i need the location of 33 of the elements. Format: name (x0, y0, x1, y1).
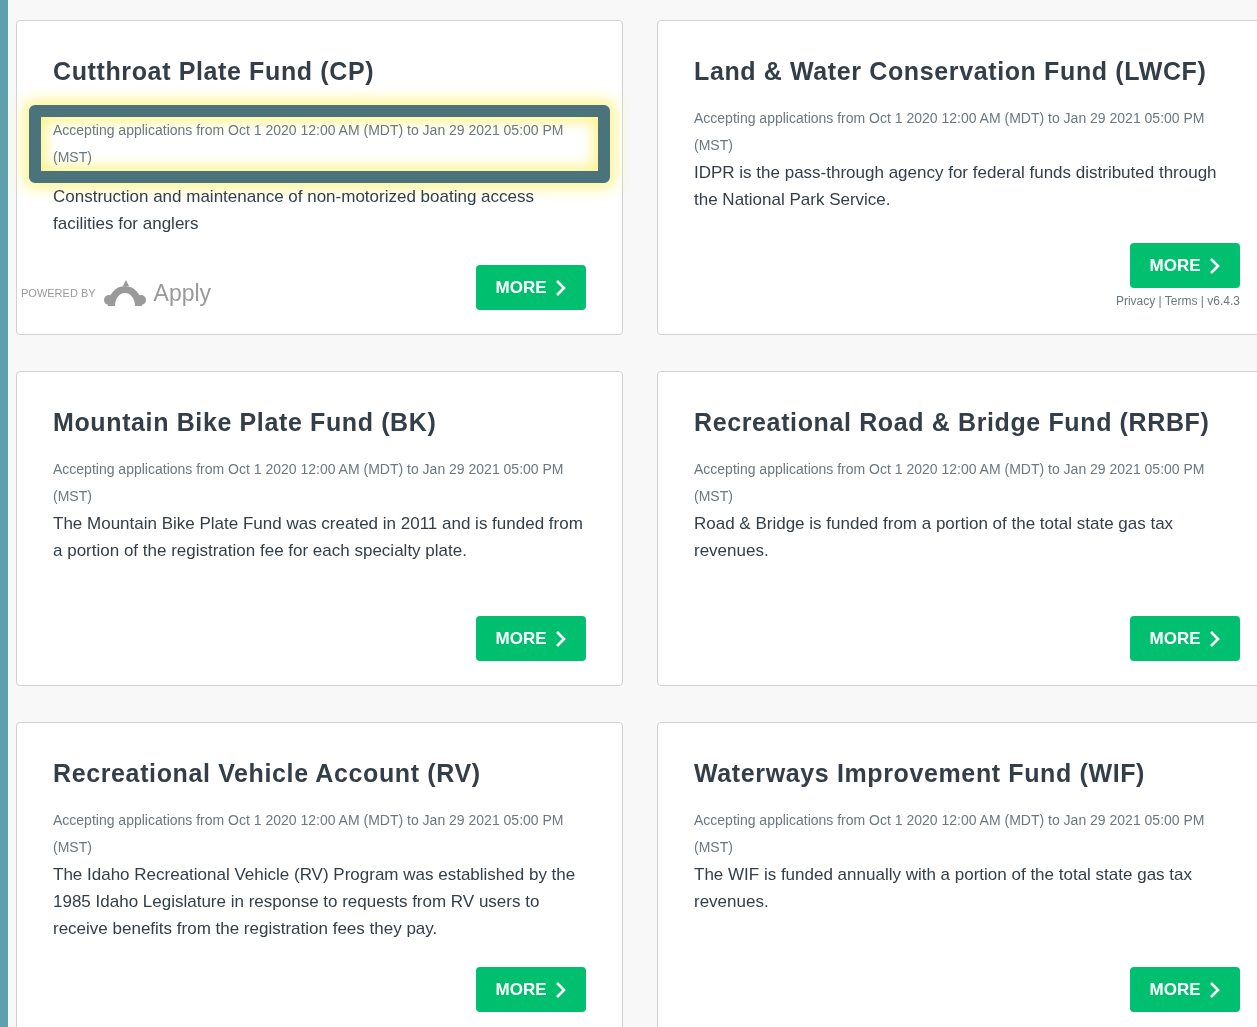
fund-title: Mountain Bike Plate Fund (BK) (53, 407, 438, 438)
application-dates: Accepting applications from Oct 1 2020 12:00 AM (MDT) to Jan 29 2021 05:00 PM (MST) (53, 460, 565, 506)
more-button[interactable]: MORE (1130, 616, 1240, 661)
more-button[interactable]: MORE (1130, 243, 1240, 288)
fund-description: The Mountain Bike Plate Fund was created in 2011 and is funded from a portion of the registration fee for each specialty plate. (53, 513, 584, 562)
footer-links[interactable]: Privacy | Terms | v6.4.3 (1115, 292, 1240, 310)
chevron-right-icon (554, 629, 567, 648)
chevron-right-icon (554, 278, 567, 297)
apply-logo-text: Apply (153, 278, 212, 308)
fund-title: Waterways Improvement Fund (WIF) (694, 758, 1147, 789)
chevron-right-icon (1208, 980, 1221, 999)
fund-title: Recreational Road & Bridge Fund (RRBF) (694, 407, 1211, 438)
fund-description: Road & Bridge is funded from a portion of the total state gas tax revenues. (694, 513, 1175, 562)
application-dates: Accepting applications from Oct 1 2020 12:00 AM (MDT) to Jan 29 2021 05:00 PM (MST) (694, 811, 1206, 857)
application-dates: Accepting applications from Oct 1 2020 12:00 AM (MDT) to Jan 29 2021 05:00 PM (MST) (53, 811, 565, 857)
fund-description: The Idaho Recreational Vehicle (RV) Program was established by the 1985 Idaho Legislature in response to requests from RV users to receive benefits from the registration fees they pay. (53, 864, 577, 940)
chevron-right-icon (1208, 629, 1221, 648)
application-dates: Accepting applications from Oct 1 2020 12:00 AM (MDT) to Jan 29 2021 05:00 PM (MST) (694, 109, 1206, 155)
more-button[interactable]: MORE (476, 616, 586, 661)
application-dates: Accepting applications from Oct 1 2020 12:00 AM (MDT) to Jan 29 2021 05:00 PM (MST) (53, 121, 565, 167)
application-dates: Accepting applications from Oct 1 2020 12:00 AM (MDT) to Jan 29 2021 05:00 PM (MST) (694, 460, 1206, 506)
fund-title: Land & Water Conservation Fund (LWCF) (694, 56, 1208, 87)
more-button[interactable]: MORE (1130, 967, 1240, 1012)
fund-description: The WIF is funded annually with a portion of the total state gas tax revenues. (694, 864, 1193, 913)
powered-by-label: POWERED BY (21, 285, 96, 301)
chevron-right-icon (554, 980, 567, 999)
fund-title: Recreational Vehicle Account (RV) (53, 758, 482, 789)
more-button[interactable]: MORE (476, 265, 586, 310)
fund-title: Cutthroat Plate Fund (CP) (53, 56, 376, 87)
fund-description: Construction and maintenance of non-motorized boating access facilities for anglers (53, 186, 535, 235)
more-button[interactable]: MORE (476, 967, 586, 1012)
chevron-right-icon (1208, 256, 1221, 275)
fund-description: IDPR is the pass-through agency for federal funds distributed through the National Park Service. (694, 162, 1218, 211)
